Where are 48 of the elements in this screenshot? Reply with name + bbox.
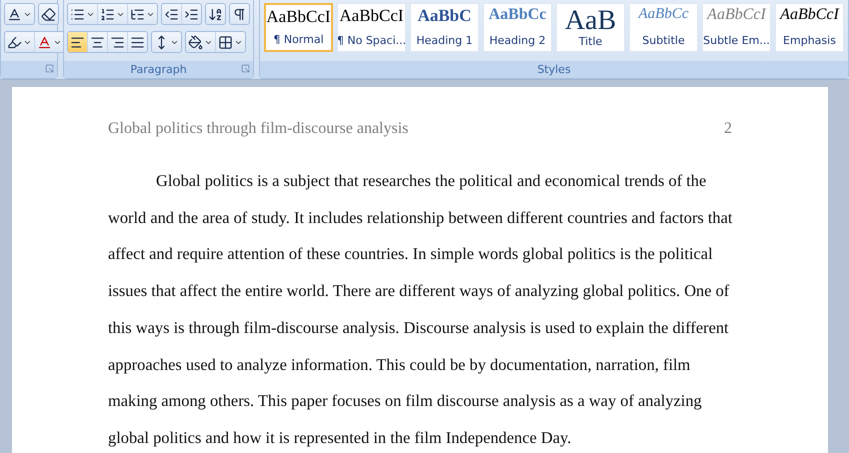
group-label: Paragraph (130, 63, 187, 76)
eraser-icon (41, 6, 56, 22)
style-sample: AaBbCcI (339, 7, 404, 24)
font-size-icon (7, 6, 22, 22)
body-paragraph: Global politics is a subject that researches the political and economical trends of the world and the area of study. It includes relationship between different countries and factors that affect and require attention of these countries. In simple words global politics is the political issues that affect the entire world. There are different ways of analyzing global politics. One of this ways is through film-discourse analysis. Discourse analysis is used to explain the different approaches used to analyze information. This could be by documentation, narration, film making among others. This paper focuses on film discourse analysis as a way of analyzing global politics and how it is represented in the film Independence Day. (108, 170, 734, 449)
grid-icon (218, 34, 233, 50)
style-sample: AaB (564, 7, 616, 35)
style-name: Emphasis (783, 34, 836, 47)
running-header: Global politics through film-discourse analysis (108, 120, 408, 138)
style-name: Title (578, 35, 602, 48)
style-tile[interactable]: AaBbC Heading 1 (410, 3, 479, 52)
paint-bucket-icon (188, 34, 203, 50)
style-tile[interactable]: AaBbCcI ¶ No Spaci... (337, 3, 406, 52)
style-name: ¶ No Spaci... (338, 34, 405, 47)
page-number: 2 (724, 120, 732, 138)
style-name: Heading 1 (416, 34, 473, 47)
style-name: Subtitle (642, 34, 685, 47)
align-right-icon (110, 34, 125, 50)
font-color-icon (37, 34, 52, 50)
decrease-indent-icon (164, 6, 179, 22)
style-tile[interactable]: AaBbCcI Subtle Em... (702, 3, 771, 52)
sort-icon (208, 6, 223, 22)
highlighter-icon (7, 34, 22, 50)
style-sample: AaBbCc (488, 7, 546, 23)
increase-indent-icon (184, 6, 199, 22)
style-sample: AaBbCcI (707, 7, 766, 23)
align-left-button[interactable] (68, 32, 88, 52)
style-sample: AaBbCcI (780, 7, 839, 23)
style-name: Subtle Em... (703, 34, 770, 47)
bullet-list-icon (70, 6, 85, 22)
style-tile[interactable]: AaBbCcI Emphasis (775, 3, 844, 52)
style-tile[interactable]: AaBbCcI ¶ Normal (264, 3, 333, 52)
style-sample: AaBbCcI (266, 8, 331, 25)
paint-bucket-button[interactable] (186, 32, 216, 52)
justify-icon (130, 34, 145, 50)
group-label: Styles (537, 63, 571, 76)
style-name: Heading 2 (489, 34, 546, 47)
style-sample: AaBbCc (638, 7, 688, 22)
numbered-list-icon (100, 6, 115, 22)
pilcrow-icon (232, 6, 247, 22)
style-tile[interactable]: AaB Title (556, 3, 625, 52)
style-name: ¶ Normal (273, 33, 324, 46)
style-tile[interactable]: AaBbCc Subtitle (629, 3, 698, 52)
style-tile[interactable]: AaBbCc Heading 2 (483, 3, 552, 52)
multilevel-list-icon (130, 6, 145, 22)
style-sample: AaBbC (418, 7, 472, 24)
align-center-icon (90, 34, 105, 50)
align-left-icon (70, 34, 85, 50)
